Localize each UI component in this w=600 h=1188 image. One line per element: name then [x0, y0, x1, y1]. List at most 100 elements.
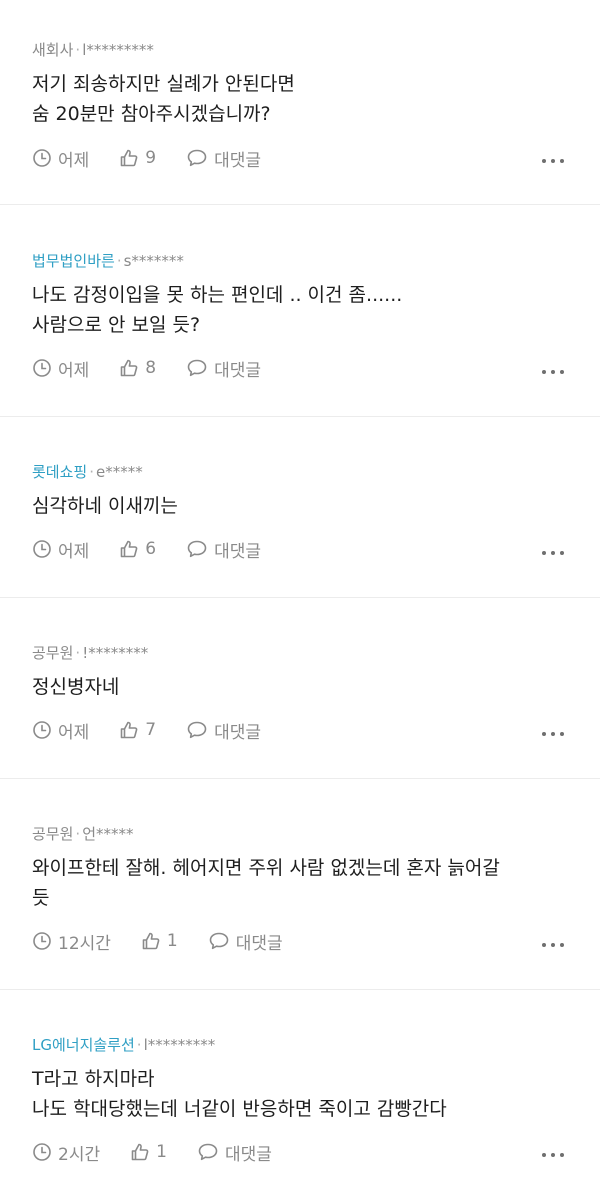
- company-name[interactable]: 새회사: [32, 41, 73, 59]
- more-dots-icon[interactable]: [542, 550, 564, 556]
- comment-line: 심각하네 이새끼는: [32, 495, 178, 517]
- company-name[interactable]: 롯데쇼핑: [32, 463, 87, 481]
- comment-line: 와이프한테 잘해. 헤어지면 주위 사람 없겠는데 혼자 늙어갈: [32, 857, 500, 879]
- clock-icon: [33, 359, 51, 377]
- comment-line: T라고 하지마라: [32, 1068, 155, 1090]
- comment-item: 법무법인바른 · s******* 나도 감정이입을 못 하는 편인데 .. 이건 …: [0, 205, 600, 417]
- comment-body: 와이프한테 잘해. 헤어지면 주위 사람 없겠는데 혼자 늙어갈 듯: [32, 853, 568, 913]
- reply-button[interactable]: 대댓글: [186, 146, 261, 171]
- like-count: 9: [145, 148, 157, 168]
- meta-separator: ·: [75, 644, 81, 662]
- speech-bubble-icon: [187, 721, 207, 739]
- comment-item: 롯데쇼핑 · e***** 심각하네 이새끼는 어제 6 대댓글: [0, 417, 600, 598]
- thumbs-up-icon: [120, 721, 138, 739]
- comment-line: 숨 20분만 참아주시겠습니까?: [32, 103, 271, 125]
- more-dots-icon[interactable]: [542, 369, 564, 375]
- comment-time: 어제: [58, 722, 90, 743]
- company-name[interactable]: 공무원: [32, 825, 73, 843]
- meta-separator: ·: [75, 825, 81, 843]
- meta-separator: ·: [75, 41, 81, 59]
- clock-icon: [33, 149, 51, 167]
- more-dots-icon[interactable]: [542, 731, 564, 737]
- reply-label: 대댓글: [214, 722, 262, 743]
- company-name[interactable]: 공무원: [32, 644, 73, 662]
- clock-icon: [33, 1143, 51, 1161]
- time-info: 어제: [32, 146, 89, 171]
- comment-meta: 새회사 · l*********: [32, 0, 568, 60]
- clock-icon: [33, 540, 51, 558]
- user-id: l*********: [82, 41, 154, 59]
- comment-item: 공무원 · !******** 정신병자네 어제 7 대댓글: [0, 598, 600, 779]
- comment-actions: 어제 9 대댓글: [32, 146, 568, 171]
- comment-item: LG에너지솔루션 · l********* T라고 하지마라 나도 학대당했는데 너…: [0, 990, 600, 1188]
- user-id: l*********: [143, 1036, 216, 1054]
- time-info: 12시간: [32, 929, 111, 954]
- comment-line: 저기 죄송하지만 실례가 안된다면: [32, 73, 295, 95]
- comment-time: 어제: [58, 541, 90, 562]
- reply-button[interactable]: 대댓글: [186, 718, 261, 743]
- comment-actions: 어제 7 대댓글: [32, 718, 568, 743]
- like-button[interactable]: 8: [119, 358, 156, 378]
- comment-body: 심각하네 이새끼는: [32, 491, 568, 521]
- reply-label: 대댓글: [214, 150, 262, 171]
- comment-time: 어제: [58, 360, 90, 381]
- time-info: 어제: [32, 356, 89, 381]
- reply-label: 대댓글: [235, 933, 283, 954]
- like-count: 1: [156, 1142, 167, 1162]
- comment-line: 사람으로 안 보일 듯?: [32, 314, 201, 336]
- thumbs-up-icon: [120, 359, 138, 377]
- reply-label: 대댓글: [214, 360, 262, 381]
- comment-time: 2시간: [58, 1144, 101, 1165]
- comment-meta: 법무법인바른 · s*******: [32, 205, 568, 271]
- speech-bubble-icon: [187, 149, 207, 167]
- like-button[interactable]: 6: [119, 539, 156, 559]
- comment-meta: LG에너지솔루션 · l*********: [32, 990, 568, 1055]
- thumbs-up-icon: [142, 932, 160, 950]
- like-button[interactable]: 1: [130, 1142, 167, 1162]
- time-info: 어제: [32, 537, 89, 562]
- comment-body: T라고 하지마라 나도 학대당했는데 너같이 반응하면 죽이고 감빵간다: [32, 1064, 568, 1124]
- comment-time: 12시간: [58, 933, 111, 954]
- company-name[interactable]: LG에너지솔루션: [32, 1036, 135, 1054]
- speech-bubble-icon: [198, 1143, 218, 1161]
- clock-icon: [33, 721, 51, 739]
- like-button[interactable]: 1: [141, 931, 178, 951]
- meta-separator: ·: [136, 1036, 142, 1054]
- user-id: s*******: [123, 252, 184, 270]
- reply-button[interactable]: 대댓글: [208, 929, 283, 954]
- reply-label: 대댓글: [224, 1144, 272, 1165]
- time-info: 2시간: [32, 1140, 100, 1165]
- like-button[interactable]: 9: [119, 148, 156, 168]
- comment-body: 저기 죄송하지만 실례가 안된다면 숨 20분만 참아주시겠습니까?: [32, 69, 568, 129]
- like-count: 1: [166, 931, 178, 951]
- comment-actions: 2시간 1 대댓글: [32, 1140, 568, 1165]
- comment-line: 듯: [32, 887, 50, 909]
- speech-bubble-icon: [187, 359, 207, 377]
- reply-button[interactable]: 대댓글: [186, 356, 261, 381]
- like-count: 7: [145, 720, 157, 740]
- meta-separator: ·: [89, 463, 94, 481]
- more-dots-icon[interactable]: [542, 1152, 564, 1158]
- thumbs-up-icon: [120, 149, 138, 167]
- comment-actions: 12시간 1 대댓글: [32, 929, 568, 954]
- user-id: 언*****: [82, 825, 134, 843]
- company-name[interactable]: 법무법인바른: [32, 252, 115, 270]
- reply-button[interactable]: 대댓글: [186, 537, 261, 562]
- comment-item: 공무원 · 언***** 와이프한테 잘해. 헤어지면 주위 사람 없겠는데 혼자 …: [0, 779, 600, 990]
- comment-body: 정신병자네: [32, 672, 568, 702]
- clock-icon: [33, 932, 51, 950]
- speech-bubble-icon: [187, 540, 207, 558]
- like-button[interactable]: 7: [119, 720, 156, 740]
- reply-button[interactable]: 대댓글: [197, 1140, 272, 1165]
- comment-body: 나도 감정이입을 못 하는 편인데 .. 이건 좀...... 사람으로 안 보…: [32, 280, 568, 340]
- comment-meta: 공무원 · 언*****: [32, 779, 568, 844]
- comment-time: 어제: [58, 150, 90, 171]
- comment-actions: 어제 6 대댓글: [32, 537, 568, 562]
- thumbs-up-icon: [131, 1143, 149, 1161]
- more-dots-icon[interactable]: [542, 158, 564, 164]
- speech-bubble-icon: [209, 932, 229, 950]
- time-info: 어제: [32, 718, 89, 743]
- more-dots-icon[interactable]: [542, 942, 564, 948]
- like-count: 6: [145, 539, 157, 559]
- comment-line: 정신병자네: [32, 676, 120, 698]
